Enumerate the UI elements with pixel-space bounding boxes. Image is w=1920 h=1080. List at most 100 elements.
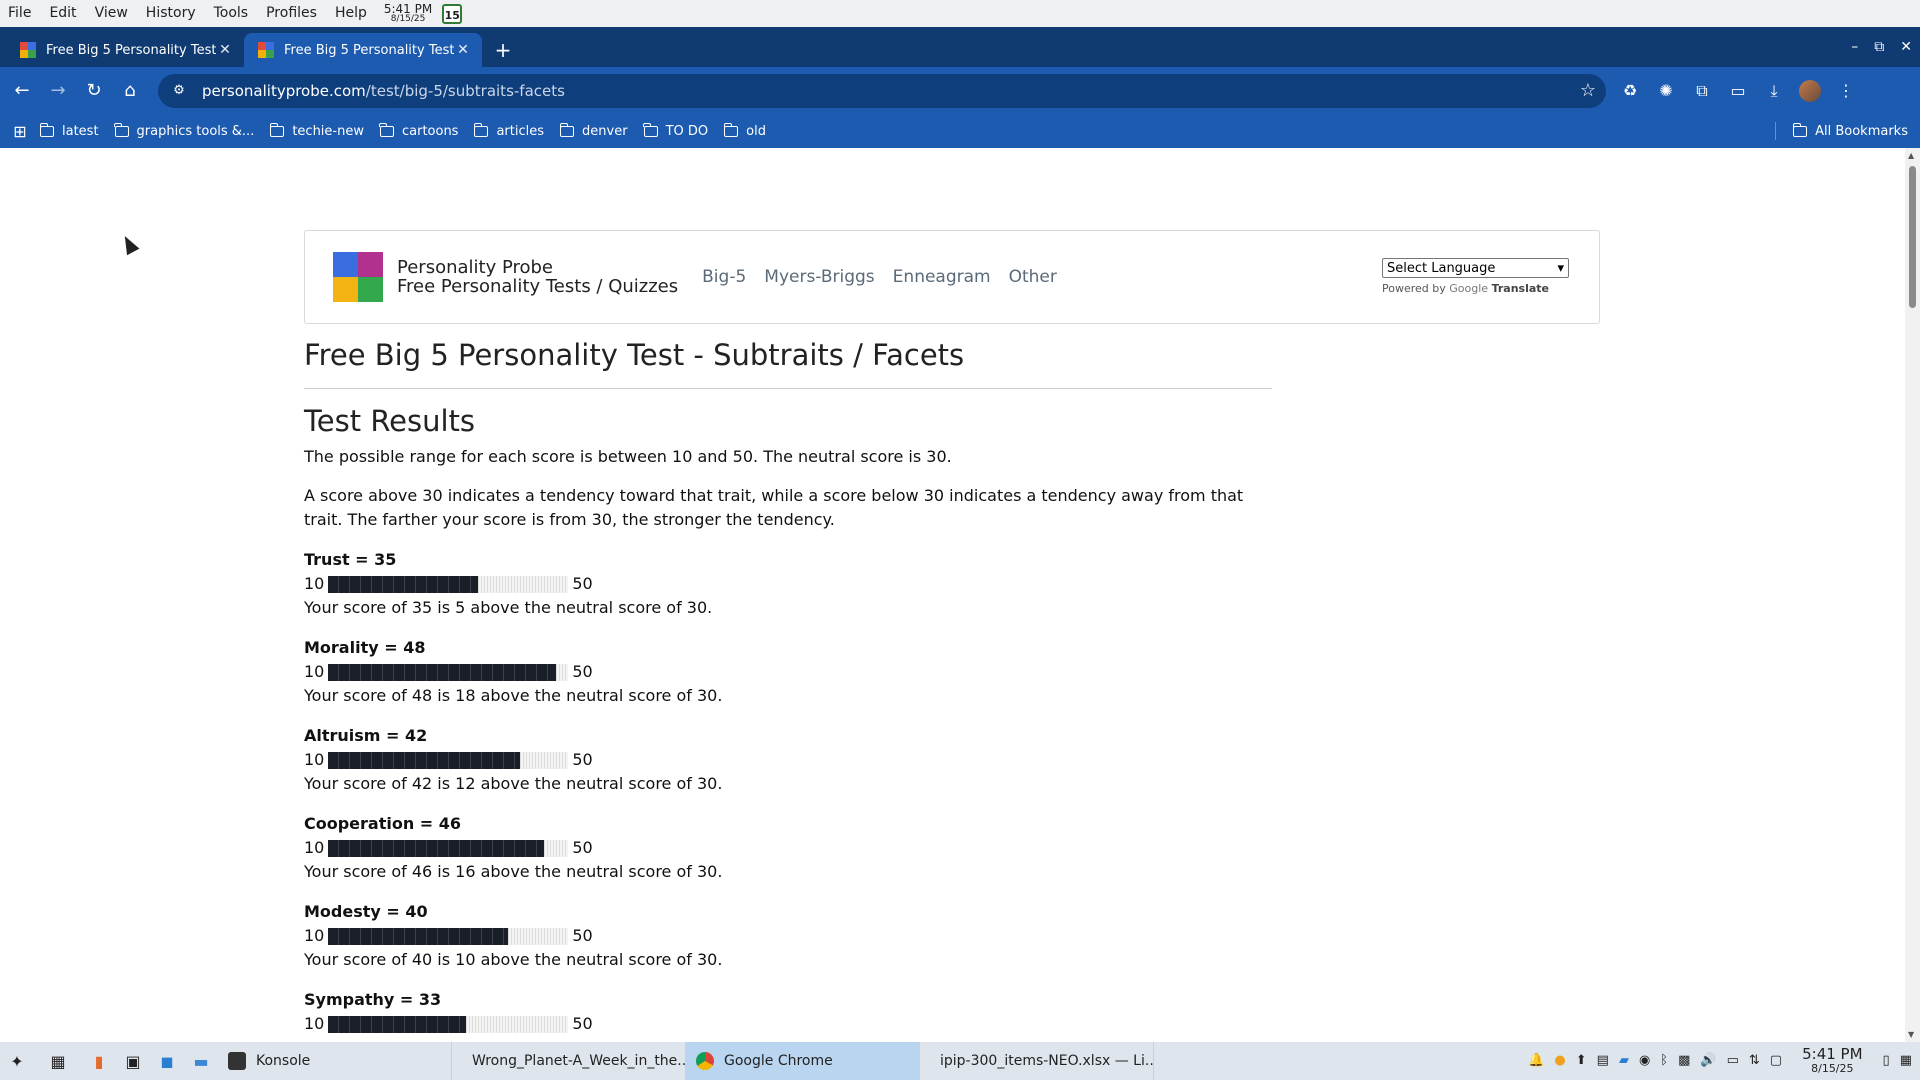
score-bar-row: 10 50: [304, 572, 1272, 596]
settings-extension-icon[interactable]: ✺: [1648, 73, 1684, 109]
recycle-extension-icon[interactable]: ♻: [1612, 73, 1648, 109]
store-app-icon[interactable]: ◼: [150, 1044, 184, 1078]
menu-view[interactable]: View: [86, 0, 137, 27]
calendar-icon[interactable]: 15: [442, 3, 463, 24]
trait-summary: Your score of 35 is 5 above the neutral …: [304, 598, 713, 617]
presentation-app-icon[interactable]: ▮: [82, 1044, 116, 1078]
new-tab-button[interactable]: +: [488, 33, 518, 67]
kebab-menu-icon[interactable]: ⋮: [1828, 73, 1864, 109]
menu-profiles[interactable]: Profiles: [257, 0, 326, 27]
trait-result: Morality = 48 10 50 Your score of 48 is 18 …: [304, 636, 1272, 708]
tab-big5-1[interactable]: Free Big 5 Personality Test - ✕: [6, 33, 244, 67]
forward-icon[interactable]: →: [40, 73, 76, 109]
reload-icon[interactable]: ↻: [76, 73, 112, 109]
bookmark-folder-techie-new[interactable]: techie-new: [269, 122, 364, 139]
nav-link-enneagram[interactable]: Enneagram: [893, 267, 991, 287]
chat-icon[interactable]: ▰: [1619, 1053, 1629, 1068]
google-logo: Google: [1449, 282, 1489, 295]
display-icon[interactable]: ▢: [1770, 1053, 1782, 1068]
clipboard-icon[interactable]: ▤: [1597, 1053, 1609, 1068]
tab-close-icon[interactable]: ✕: [216, 42, 234, 58]
scroll-down-icon[interactable]: ▼: [1908, 1030, 1914, 1039]
bookmark-folder-old[interactable]: old: [723, 122, 766, 139]
scale-min-label: 10: [304, 838, 325, 857]
tab-big5-2[interactable]: Free Big 5 Personality Test ✕: [244, 33, 482, 67]
calculator-icon[interactable]: ▦: [1900, 1053, 1912, 1068]
apps-grid-icon[interactable]: ⊞: [0, 122, 40, 141]
nav-link-other[interactable]: Other: [1009, 267, 1057, 287]
language-select[interactable]: Select Language ▾: [1382, 258, 1569, 278]
file-manager-icon[interactable]: ▬: [184, 1044, 218, 1078]
battery-icon[interactable]: ▭: [1727, 1053, 1739, 1068]
restore-icon[interactable]: ⧉: [1874, 39, 1884, 55]
site-info-icon[interactable]: ⚙: [168, 83, 190, 98]
bookmark-star-icon[interactable]: ☆: [1580, 80, 1596, 101]
puzzle-logo-icon[interactable]: [333, 252, 383, 302]
task-konsole[interactable]: Konsole: [218, 1042, 452, 1080]
bookmark-folder-to-do[interactable]: TO DO: [643, 122, 708, 139]
task-google-chrome[interactable]: Google Chrome: [686, 1042, 920, 1080]
bookmark-folder-cartoons[interactable]: cartoons: [379, 122, 458, 139]
taskbar-clock[interactable]: 5:41 PM 8/15/25: [1802, 1047, 1862, 1075]
trait-result: Cooperation = 46 10 50 Your score of 46 is …: [304, 812, 1272, 884]
site-brand[interactable]: Personality Probe Free Personality Tests…: [397, 258, 678, 296]
site-header: Personality Probe Free Personality Tests…: [304, 230, 1600, 324]
menu-file[interactable]: File: [0, 0, 40, 27]
menu-help[interactable]: Help: [326, 0, 376, 27]
menu-history[interactable]: History: [137, 0, 205, 27]
all-bookmarks-button[interactable]: All Bookmarks: [1792, 122, 1908, 139]
bookmark-folder-graphics-tools[interactable]: graphics tools &...: [114, 122, 254, 139]
show-desktop-icon[interactable]: ▯: [1883, 1053, 1890, 1068]
profile-avatar[interactable]: [1792, 73, 1828, 109]
media-icon[interactable]: ◉: [1639, 1053, 1650, 1068]
bookmark-label: denver: [582, 123, 628, 139]
url-host: personalityprobe.com: [202, 81, 366, 100]
score-bar-row: 10 50: [304, 1012, 1272, 1036]
menubar-clock-date: 8/15/25: [390, 14, 426, 24]
address-bar[interactable]: ⚙ personalityprobe.com /test/big-5/subtr…: [158, 73, 1606, 108]
download-icon[interactable]: ⤓: [1756, 73, 1792, 109]
score-bar-fill: [328, 927, 509, 945]
menubar-clock[interactable]: 5:41 PM 8/15/25: [384, 3, 432, 24]
bookmark-folder-latest[interactable]: latest: [39, 122, 99, 139]
extensions-puzzle-icon[interactable]: ⧉: [1684, 73, 1720, 109]
task-label: Google Chrome: [724, 1053, 833, 1069]
bookmark-label: techie-new: [292, 123, 364, 139]
home-icon[interactable]: ⌂: [112, 73, 148, 109]
weather-icon[interactable]: ●: [1554, 1053, 1565, 1068]
nav-link-big5[interactable]: Big-5: [702, 267, 746, 287]
task-label: Wrong_Planet-A_Week_in_the...: [472, 1053, 686, 1069]
task-label: ipip-300_items-NEO.xlsx — Li...: [940, 1053, 1154, 1069]
updates-icon[interactable]: ⬆: [1576, 1053, 1587, 1068]
terminal-app-icon[interactable]: ▣: [116, 1044, 150, 1078]
scrollbar-thumb[interactable]: [1909, 166, 1916, 308]
app-launcher-icon[interactable]: ✦: [0, 1044, 34, 1078]
scroll-up-icon[interactable]: ▲: [1908, 151, 1914, 160]
storage-icon[interactable]: ▩: [1678, 1053, 1690, 1068]
bookmark-folder-denver[interactable]: denver: [559, 122, 628, 139]
task-spreadsheet[interactable]: ipip-300_items-NEO.xlsx — Li...: [920, 1042, 1154, 1080]
close-window-icon[interactable]: ✕: [1900, 39, 1912, 55]
task-wrong-planet[interactable]: Wrong_Planet-A_Week_in_the...: [452, 1042, 686, 1080]
folder-icon: [114, 122, 129, 137]
notifications-icon[interactable]: 🔔: [1528, 1053, 1544, 1068]
minimize-icon[interactable]: –: [1851, 39, 1858, 55]
score-bar-fill: [328, 751, 521, 769]
network-icon[interactable]: ⇅: [1749, 1053, 1760, 1068]
pager-icon[interactable]: ▦: [34, 1044, 82, 1078]
scale-min-label: 10: [304, 574, 325, 593]
nav-link-myers-briggs[interactable]: Myers-Briggs: [764, 267, 874, 287]
back-icon[interactable]: ←: [4, 73, 40, 109]
menu-tools[interactable]: Tools: [205, 0, 258, 27]
scale-min-label: 10: [304, 662, 325, 681]
folder-icon: [643, 122, 658, 137]
tab-search-icon[interactable]: ▭: [1720, 73, 1756, 109]
chevron-down-icon: ▾: [1557, 260, 1564, 276]
bookmark-folder-articles[interactable]: articles: [473, 122, 544, 139]
tab-close-icon[interactable]: ✕: [454, 42, 472, 58]
bluetooth-icon[interactable]: ᛒ: [1660, 1053, 1668, 1068]
translate-link[interactable]: Translate: [1492, 282, 1549, 295]
menu-edit[interactable]: Edit: [40, 0, 85, 27]
page-scrollbar[interactable]: ▲ ▼: [1905, 148, 1920, 1042]
volume-icon[interactable]: 🔊: [1700, 1053, 1716, 1068]
